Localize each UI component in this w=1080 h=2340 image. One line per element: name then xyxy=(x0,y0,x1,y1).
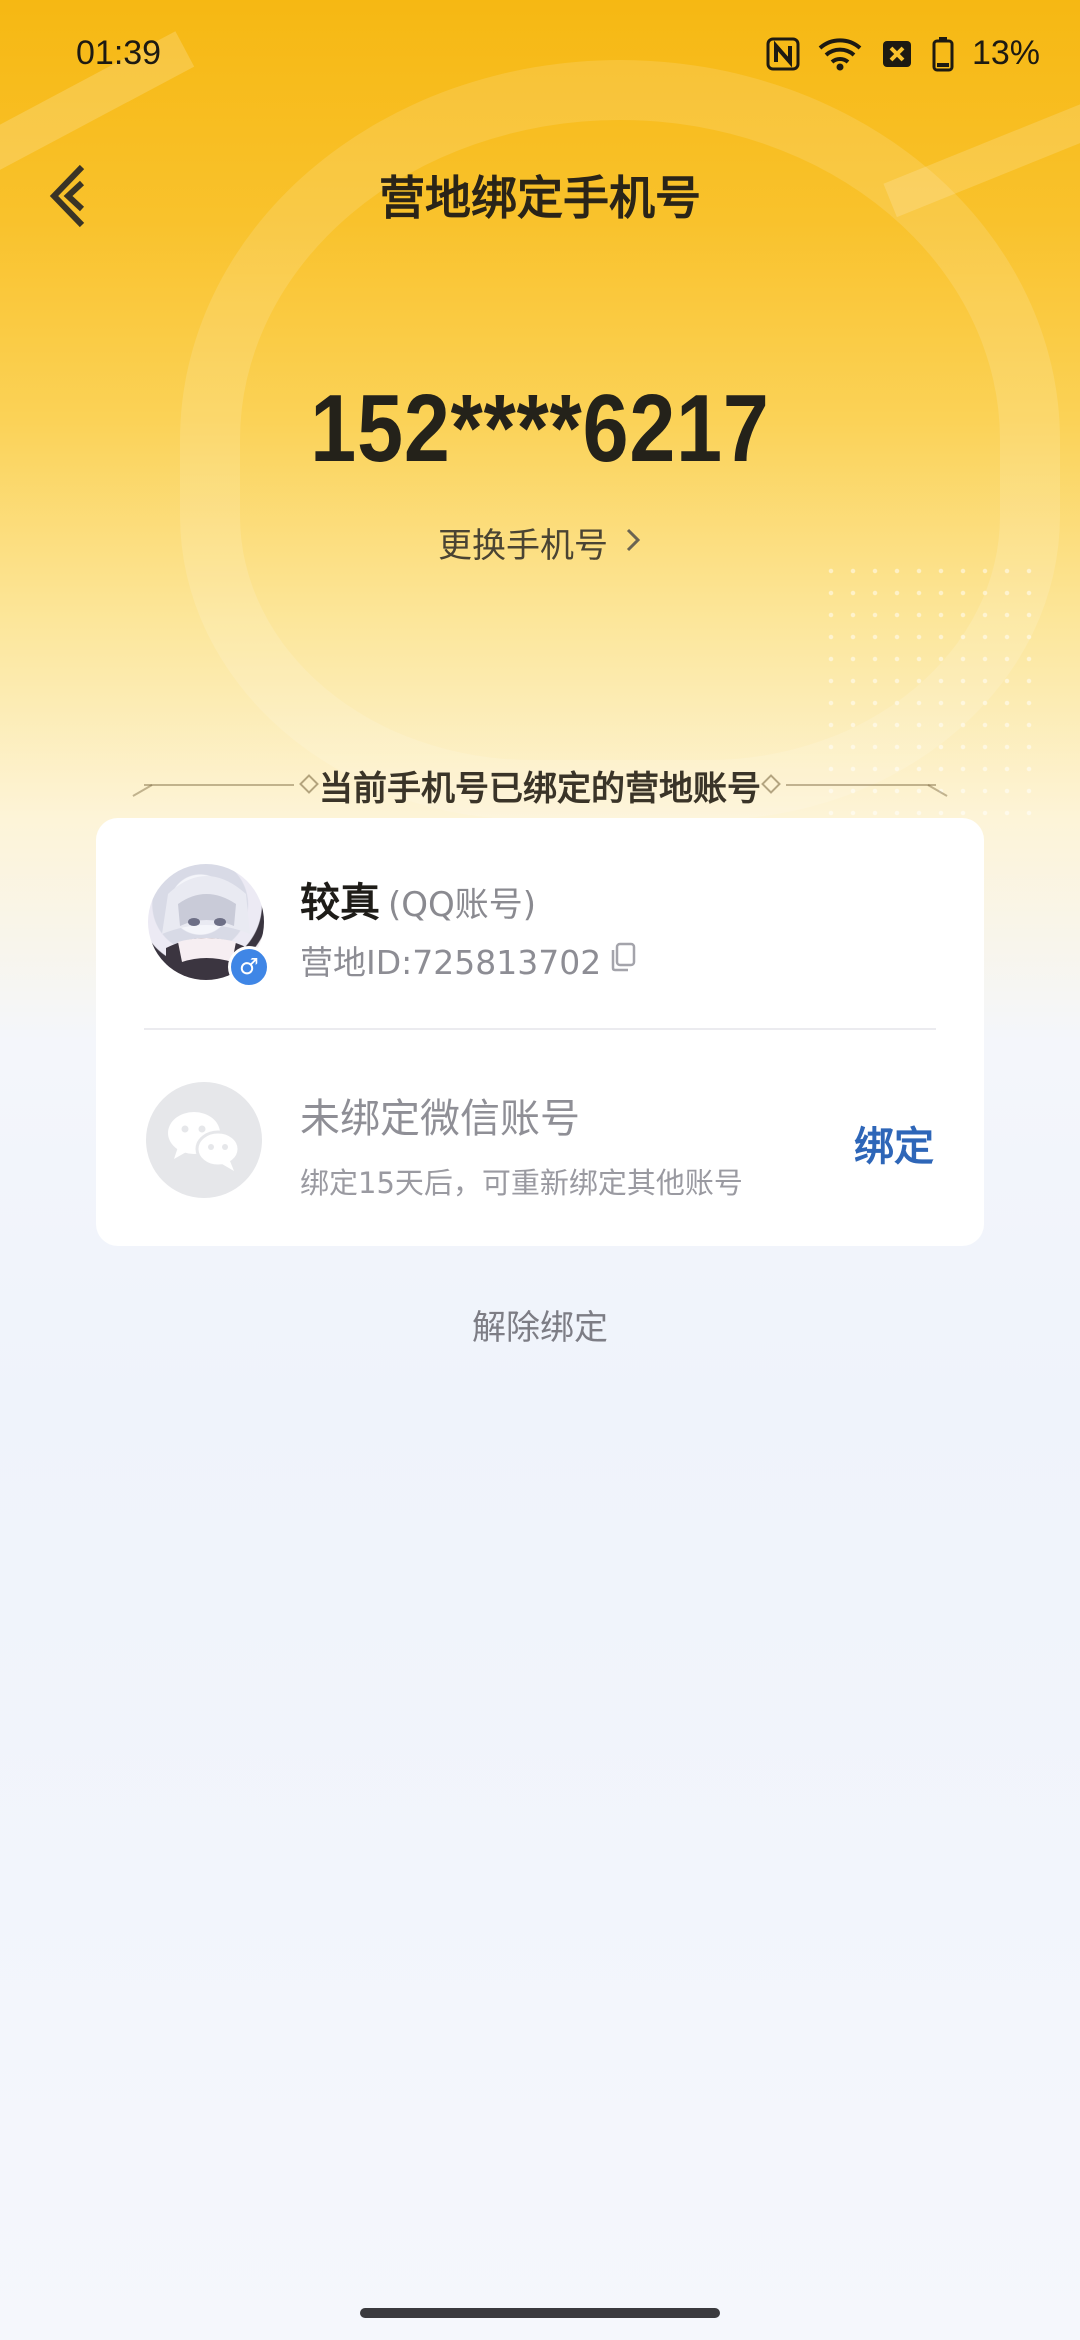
account-type: (QQ账号) xyxy=(388,885,537,925)
status-time: 01:39 xyxy=(76,34,162,72)
status-icons: 13% xyxy=(766,34,1040,73)
user-name-row: 较真 (QQ账号) xyxy=(300,870,536,928)
bound-accounts-card: ♂ 较真 (QQ账号) 营地ID:725813702 未绑定微信账号 绑定15天… xyxy=(96,818,984,1246)
camp-id: 营地ID:725813702 xyxy=(300,943,602,982)
section-title: 当前手机号已绑定的营地账号 xyxy=(319,768,761,809)
home-indicator[interactable] xyxy=(360,2308,720,2318)
battery-icon xyxy=(932,36,954,72)
no-sim-icon xyxy=(880,37,914,71)
divider-line xyxy=(132,784,153,797)
page-title: 营地绑定手机号 xyxy=(379,171,701,225)
wechat-placeholder-avatar xyxy=(146,1082,262,1198)
male-gender-icon: ♂ xyxy=(228,946,270,988)
divider-line xyxy=(786,784,936,786)
copy-icon[interactable] xyxy=(609,941,637,980)
bind-wechat-button[interactable]: 绑定 xyxy=(854,1114,934,1172)
bound-phone-number: 152****6217 xyxy=(310,375,770,482)
user-name: 较真 xyxy=(300,880,380,926)
nfc-icon xyxy=(766,37,800,71)
chevron-right-icon xyxy=(624,523,642,563)
status-bar: 01:39 13% xyxy=(0,0,1080,110)
change-phone-label: 更换手机号 xyxy=(438,526,608,566)
wifi-icon xyxy=(818,37,862,71)
wechat-bind-hint: 绑定15天后，可重新绑定其他账号 xyxy=(300,1166,743,1200)
battery-percent: 13% xyxy=(971,34,1040,72)
divider-line xyxy=(927,784,948,797)
card-divider xyxy=(144,1028,936,1030)
camp-id-row: 营地ID:725813702 xyxy=(300,936,637,984)
wechat-icon xyxy=(168,1112,241,1171)
wechat-unbound-title: 未绑定微信账号 xyxy=(300,1096,580,1142)
divider-diamond xyxy=(761,774,781,794)
divider-diamond xyxy=(299,774,319,794)
unbind-button[interactable]: 解除绑定 xyxy=(0,1300,1080,1349)
change-phone-link[interactable]: 更换手机号 xyxy=(0,518,1080,567)
divider-line xyxy=(144,784,294,786)
section-header: 当前手机号已绑定的营地账号 xyxy=(130,760,950,810)
page: 01:39 13% 营地绑定手机号 152****6217 更换手机号 当前手机… xyxy=(0,0,1080,2340)
